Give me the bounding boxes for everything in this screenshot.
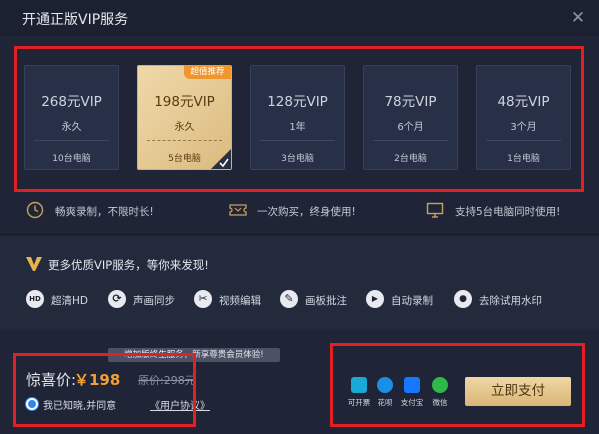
- plan-separator: [260, 140, 335, 141]
- plan-duration: 1年: [289, 122, 306, 133]
- plan-separator: [147, 140, 222, 141]
- highlight-text: 一次购买，终身使用!: [257, 206, 356, 218]
- feature-label: 声画同步: [133, 295, 175, 307]
- scissors-icon: ✂: [194, 290, 212, 308]
- feature-label: 画板批注: [305, 295, 347, 307]
- pay-now-button[interactable]: 立即支付: [465, 377, 571, 406]
- huabei-icon: [377, 377, 393, 393]
- original-price: 原价:298元: [138, 374, 196, 387]
- dialog-title: 开通正版VIP服务: [22, 12, 129, 28]
- user-agreement-link[interactable]: 《用户协议》: [150, 397, 210, 412]
- pay-method-wechat[interactable]: 微信: [426, 377, 454, 411]
- plan-computers: 3台电脑: [281, 154, 314, 164]
- title-bar: 开通正版VIP服务 ✕: [0, 0, 599, 36]
- more-services-title: 更多优质VIP服务，等你来发现!: [48, 258, 209, 272]
- plan-card-128[interactable]: 128元VIP 1年 3台电脑: [250, 65, 345, 170]
- recommend-badge: 超值推荐: [184, 65, 231, 79]
- close-icon[interactable]: ✕: [567, 7, 589, 29]
- highlight-lifetime: 一次购买，终身使用!: [228, 200, 388, 220]
- water-drop-icon: ●: [454, 290, 472, 308]
- current-price: ￥198: [74, 371, 121, 389]
- plan-card-48[interactable]: 48元VIP 3个月 1台电脑: [476, 65, 571, 170]
- brush-icon: ✎: [280, 290, 298, 308]
- hd-icon: HD: [26, 290, 44, 308]
- plan-price: 268元VIP: [41, 94, 102, 110]
- plan-price: 128元VIP: [267, 94, 328, 110]
- play-icon: ▶: [366, 290, 384, 308]
- plan-computers: 10台电脑: [52, 154, 91, 164]
- plan-price: 78元VIP: [384, 94, 437, 110]
- plan-duration: 3个月: [510, 122, 537, 133]
- plan-duration: 永久: [61, 122, 82, 133]
- plan-computers: 1台电脑: [507, 154, 540, 164]
- monitor-icon: [426, 202, 444, 218]
- agree-text: 我已知晓,并同意: [43, 401, 117, 412]
- highlight-text: 畅爽录制，不限时长!: [55, 206, 154, 218]
- pay-method-label: 微信: [432, 398, 448, 407]
- plan-card-198[interactable]: 超值推荐 198元VIP 永久 5台电脑: [137, 65, 232, 170]
- surprise-price-label: 惊喜价:: [26, 371, 77, 389]
- highlight-multi-pc: 支持5台电脑同时使用!: [426, 200, 596, 220]
- feature-label: 超清HD: [51, 295, 88, 307]
- wechat-icon: [432, 377, 448, 393]
- kaipiao-icon: [351, 377, 367, 393]
- plan-card-268[interactable]: 268元VIP 永久 10台电脑: [24, 65, 119, 170]
- plan-card-78[interactable]: 78元VIP 6个月 2台电脑: [363, 65, 458, 170]
- plan-separator: [34, 140, 109, 141]
- promo-tooltip: 增加版终生服务，新享尊贵会员体验!: [108, 348, 280, 362]
- plan-separator: [373, 140, 448, 141]
- plan-computers: 2台电脑: [394, 154, 427, 164]
- plan-duration: 永久: [174, 122, 195, 133]
- vip-v-logo-icon: [26, 257, 42, 271]
- highlight-unlimited: 畅爽录制，不限时长!: [26, 200, 186, 220]
- plan-price: 198元VIP: [154, 94, 215, 110]
- highlight-row: 畅爽录制，不限时长! 一次购买，终身使用! 支持5台电脑同时使用!: [0, 196, 599, 224]
- plan-list: 268元VIP 永久 10台电脑 超值推荐 198元VIP 永久 5台电脑 12…: [14, 46, 584, 192]
- more-services-panel: 更多优质VIP服务，等你来发现! HD 超清HD ⟳ 声画同步 ✂ 视频编辑 ✎…: [0, 236, 599, 330]
- feature-label: 视频编辑: [219, 295, 261, 307]
- section-divider: [0, 234, 599, 235]
- sync-icon: ⟳: [108, 290, 126, 308]
- highlight-text: 支持5台电脑同时使用!: [455, 206, 561, 218]
- agree-radio[interactable]: [26, 398, 38, 410]
- plan-price: 48元VIP: [497, 94, 550, 110]
- clock-icon: [26, 201, 44, 219]
- ticket-icon: [229, 204, 247, 216]
- feature-label: 去除试用水印: [479, 295, 542, 307]
- plan-duration: 6个月: [397, 122, 424, 133]
- feature-label: 自动录制: [391, 295, 433, 307]
- selected-check-icon: [211, 149, 231, 169]
- alipay-icon: [404, 377, 420, 393]
- plan-separator: [486, 140, 561, 141]
